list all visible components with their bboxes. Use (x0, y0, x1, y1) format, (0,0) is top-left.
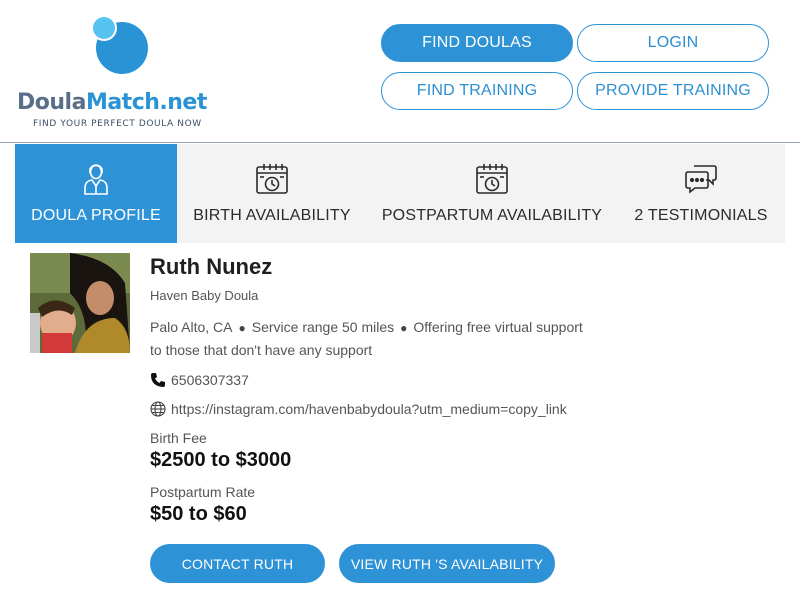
tab-label: 2 TESTIMONIALS (634, 207, 768, 224)
doula-name: Ruth Nunez (150, 254, 273, 279)
business-name: Haven Baby Doula (150, 288, 259, 303)
site-header: DoulaMatch.net FIND YOUR PERFECT DOULA N… (0, 0, 800, 143)
doula-photo-image (30, 253, 130, 353)
logo-mark-icon (91, 15, 148, 74)
site-logo[interactable]: DoulaMatch.net FIND YOUR PERFECT DOULA N… (14, 10, 224, 135)
chat-bubbles-icon (685, 165, 717, 194)
service-range-text: Service range 50 miles (251, 319, 395, 335)
login-button[interactable]: LOGIN (577, 24, 769, 62)
bullet-separator: ● (400, 321, 408, 335)
virtual-support-text-line2: to those that don't have any support (150, 342, 373, 358)
logo-tagline: FIND YOUR PERFECT DOULA NOW (33, 119, 202, 129)
doula-details: Palo Alto, CA ● Service range 50 miles ● Off… (150, 316, 650, 361)
phone-number: 6506307337 (171, 372, 249, 388)
website-line[interactable]: https://instagram.com/havenbabydoula?utm… (150, 401, 567, 417)
provide-training-button[interactable]: PROVIDE TRAINING (577, 72, 769, 110)
tab-label: BIRTH AVAILABILITY (193, 207, 351, 224)
bullet-separator: ● (238, 321, 246, 335)
tab-testimonials[interactable]: 2 TESTIMONIALS (617, 144, 785, 243)
tab-birth-availability[interactable]: BIRTH AVAILABILITY (177, 144, 367, 243)
find-doulas-button[interactable]: FIND DOULAS (381, 24, 573, 62)
tab-label: DOULA PROFILE (31, 207, 161, 224)
postpartum-rate-label: Postpartum Rate (150, 484, 256, 500)
tab-doula-profile[interactable]: DOULA PROFILE (15, 144, 177, 243)
calendar-clock-icon (256, 164, 288, 194)
birth-fee-value: $2500 to $3000 (150, 449, 292, 471)
virtual-support-text: Offering free virtual support (413, 319, 583, 335)
person-icon (84, 164, 108, 195)
globe-icon (150, 401, 166, 417)
calendar-clock-icon (476, 164, 508, 194)
website-link[interactable]: https://instagram.com/havenbabydoula?utm… (171, 401, 567, 417)
tab-label: POSTPARTUM AVAILABILITY (381, 207, 603, 224)
find-training-button[interactable]: FIND TRAINING (381, 72, 573, 110)
profile-tabs: DOULA PROFILE BIRTH AVAILABILITY POSTPAR… (15, 144, 785, 243)
birth-fee-label: Birth Fee (150, 430, 207, 446)
contact-button[interactable]: CONTACT RUTH (150, 544, 325, 583)
phone-line[interactable]: 6506307337 (150, 372, 249, 388)
view-availability-button[interactable]: VIEW RUTH 'S AVAILABILITY (339, 544, 555, 583)
postpartum-rate-value: $50 to $60 (150, 503, 247, 525)
tab-postpartum-availability[interactable]: POSTPARTUM AVAILABILITY (367, 144, 617, 243)
logo-wordmark: DoulaMatch.net (17, 90, 207, 115)
location-text: Palo Alto, CA (150, 319, 233, 335)
phone-icon (151, 373, 165, 387)
doula-photo (30, 253, 130, 353)
